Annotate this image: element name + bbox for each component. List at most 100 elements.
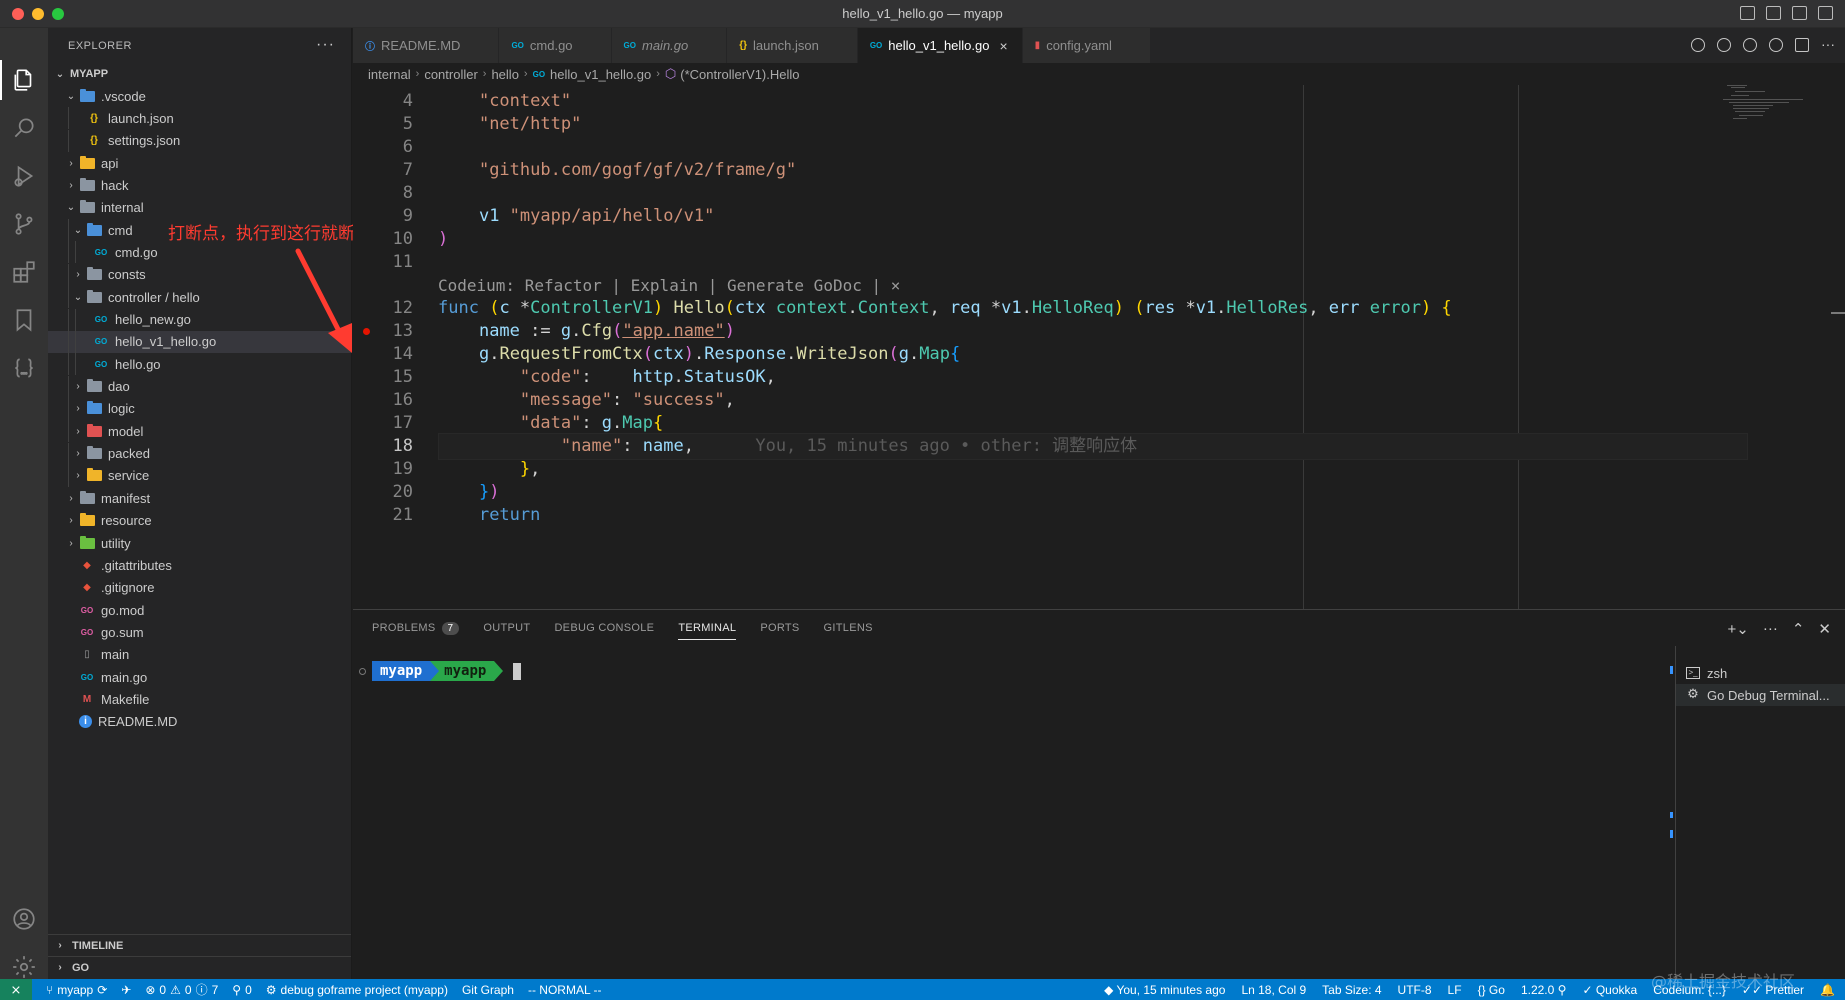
blame-indicator[interactable]: ◆ You, 15 minutes ago bbox=[1104, 983, 1225, 997]
bookmarks-icon[interactable] bbox=[10, 306, 38, 334]
minimize-window-button[interactable] bbox=[32, 8, 44, 20]
tab-hello-v1-hello-go[interactable]: GO hello_v1_hello.go × bbox=[857, 28, 1023, 63]
split-editor-icon[interactable] bbox=[1795, 38, 1809, 52]
terminal-tab-0[interactable]: >_ zsh bbox=[1676, 662, 1845, 684]
terminal-view[interactable]: myapp myapp bbox=[353, 646, 1675, 980]
problems-indicator[interactable]: ⊗ 0 ⚠ 0 ⓘ 7 bbox=[145, 981, 218, 998]
more-actions-icon[interactable]: ··· bbox=[1763, 620, 1778, 638]
more-actions-icon[interactable]: ··· bbox=[1821, 37, 1835, 52]
tree-item-model[interactable]: › model bbox=[48, 420, 351, 443]
panel-tab-output[interactable]: OUTPUT bbox=[483, 610, 530, 646]
tree-item-gitignore[interactable]: ◆ .gitignore bbox=[48, 577, 351, 599]
code-token: "github.com/gogf/gf/v2/frame/g" bbox=[478, 160, 797, 180]
tab-launch-json[interactable]: {} launch.json bbox=[727, 28, 858, 63]
cursor-position[interactable]: Ln 18, Col 9 bbox=[1241, 983, 1306, 997]
tree-item-readme-md[interactable]: i README.MD bbox=[48, 711, 351, 733]
tree-item-logic[interactable]: › logic bbox=[48, 397, 351, 420]
maximize-panel-icon[interactable]: ⌃ bbox=[1792, 620, 1805, 638]
encoding-indicator[interactable]: UTF-8 bbox=[1398, 983, 1432, 997]
extensions-icon[interactable] bbox=[10, 258, 38, 286]
tree-item-hack[interactable]: › hack bbox=[48, 174, 351, 196]
tree-item-vscode[interactable]: ⌄ .vscode bbox=[48, 85, 351, 107]
tab-main-go[interactable]: GO main.go bbox=[611, 28, 728, 63]
more-actions-icon[interactable]: ··· bbox=[316, 36, 335, 54]
explorer-icon[interactable] bbox=[10, 66, 38, 94]
tree-item-manifest[interactable]: › manifest bbox=[48, 487, 351, 509]
breadcrumb-item[interactable]: controller bbox=[424, 67, 477, 82]
timeline-section[interactable]: › TIMELINE bbox=[48, 934, 351, 956]
folder-icon bbox=[86, 423, 102, 438]
error-icon: ⊗ bbox=[145, 982, 156, 997]
tree-item-go-sum[interactable]: GO go.sum bbox=[48, 621, 351, 643]
tab-cmd-go[interactable]: GO cmd.go bbox=[499, 28, 612, 63]
customize-layout-icon[interactable] bbox=[1818, 6, 1833, 20]
terminal-scrollbar[interactable] bbox=[1670, 666, 1673, 674]
new-terminal-icon[interactable]: +⌄ bbox=[1728, 620, 1749, 638]
tree-item-launch-json[interactable]: {} launch.json bbox=[48, 107, 351, 130]
timeline-icon[interactable] bbox=[1769, 38, 1783, 52]
explorer-title: EXPLORER bbox=[68, 39, 132, 52]
go-version-indicator[interactable]: 1.22.0 ⚲ bbox=[1521, 983, 1567, 997]
tree-item-settings-json[interactable]: {} settings.json bbox=[48, 129, 351, 152]
tree-item-utility[interactable]: › utility bbox=[48, 532, 351, 554]
breadcrumb-item[interactable]: hello_v1_hello.go bbox=[550, 67, 651, 82]
debug-config-indicator[interactable]: ⚙ debug goframe project (myapp) bbox=[266, 983, 448, 997]
source-control-icon[interactable] bbox=[10, 210, 38, 238]
code-editor[interactable]: 4 "context" 5 "net/http" 6 7 "github.com/go… bbox=[353, 85, 1845, 609]
panel-tab-terminal[interactable]: TERMINAL bbox=[678, 610, 737, 646]
git-graph-button[interactable]: Git Graph bbox=[462, 983, 514, 997]
minimap[interactable] bbox=[1721, 85, 1831, 165]
breadcrumb-item[interactable]: (*ControllerV1).Hello bbox=[680, 67, 799, 82]
panel-tab-problems[interactable]: PROBLEMS 7 bbox=[372, 610, 460, 646]
accounts-icon[interactable] bbox=[10, 905, 38, 933]
branch-indicator[interactable]: ⑂ myapp ⟳ bbox=[46, 983, 107, 997]
tree-item-go-mod[interactable]: GO go.mod bbox=[48, 599, 351, 621]
breakpoint-icon[interactable] bbox=[363, 328, 370, 335]
live-share-icon[interactable]: ✈ bbox=[121, 983, 131, 997]
remote-indicator-icon[interactable]: ⨯ bbox=[0, 979, 32, 1000]
close-panel-icon[interactable]: ✕ bbox=[1818, 620, 1831, 638]
compare-changes-icon[interactable] bbox=[1717, 38, 1731, 52]
panel-tab-ports[interactable]: PORTS bbox=[760, 610, 799, 646]
tree-item-dao[interactable]: › dao bbox=[48, 375, 351, 398]
tree-item-packed[interactable]: › packed bbox=[48, 442, 351, 465]
panel-tab-debug-console[interactable]: DEBUG CONSOLE bbox=[554, 610, 654, 646]
terminal-tab-1[interactable]: ⚙ Go Debug Terminal... bbox=[1676, 684, 1845, 706]
quokka-indicator[interactable]: ✓ Quokka bbox=[1582, 983, 1637, 997]
notifications-bell-icon[interactable]: 🔔 bbox=[1820, 983, 1835, 997]
run-debug-icon[interactable] bbox=[10, 162, 38, 190]
search-icon[interactable] bbox=[10, 114, 38, 142]
breadcrumb-item[interactable]: hello bbox=[491, 67, 518, 82]
code-token: ) bbox=[683, 344, 694, 364]
tree-item-main[interactable]: ▯ main bbox=[48, 644, 351, 666]
language-indicator[interactable]: {} Go bbox=[1478, 983, 1505, 997]
tree-item-gitattributes[interactable]: ◆ .gitattributes bbox=[48, 554, 351, 576]
json-outline-icon[interactable] bbox=[10, 354, 38, 382]
editor-scrollbar[interactable] bbox=[1831, 312, 1845, 314]
ports-indicator[interactable]: ⚲ 0 bbox=[232, 983, 251, 997]
tab-size-indicator[interactable]: Tab Size: 4 bbox=[1322, 983, 1381, 997]
eol-indicator[interactable]: LF bbox=[1448, 983, 1462, 997]
close-tab-icon[interactable]: × bbox=[999, 38, 1007, 54]
settings-gear-icon[interactable] bbox=[10, 953, 38, 981]
tree-item-main-go[interactable]: GO main.go bbox=[48, 666, 351, 688]
panel-tab-gitlens[interactable]: GITLENS bbox=[824, 610, 873, 646]
go-back-icon[interactable] bbox=[1691, 38, 1705, 52]
tree-item-service[interactable]: › service bbox=[48, 464, 351, 487]
tab-readme-md[interactable]: ⓘ README.MD bbox=[353, 28, 500, 63]
tree-item-makefile[interactable]: M Makefile bbox=[48, 688, 351, 710]
breadcrumb-item[interactable]: internal bbox=[368, 67, 411, 82]
tree-item-resource[interactable]: › resource bbox=[48, 510, 351, 532]
code-token: : bbox=[581, 367, 633, 387]
toggle-sidebar-icon[interactable] bbox=[1740, 6, 1755, 20]
open-changes-icon[interactable] bbox=[1743, 38, 1757, 52]
tree-item-api[interactable]: › api bbox=[48, 152, 351, 174]
tree-root-myapp[interactable]: ⌄ MYAPP bbox=[48, 63, 351, 85]
tab-config-yaml[interactable]: ▮ config.yaml bbox=[1022, 28, 1151, 63]
tree-item-internal[interactable]: ⌄ internal bbox=[48, 197, 351, 219]
toggle-panel-icon[interactable] bbox=[1766, 6, 1781, 20]
toggle-secondary-sidebar-icon[interactable] bbox=[1792, 6, 1807, 20]
close-window-button[interactable] bbox=[12, 8, 24, 20]
zoom-window-button[interactable] bbox=[52, 8, 64, 20]
go-section[interactable]: › GO bbox=[48, 956, 351, 978]
